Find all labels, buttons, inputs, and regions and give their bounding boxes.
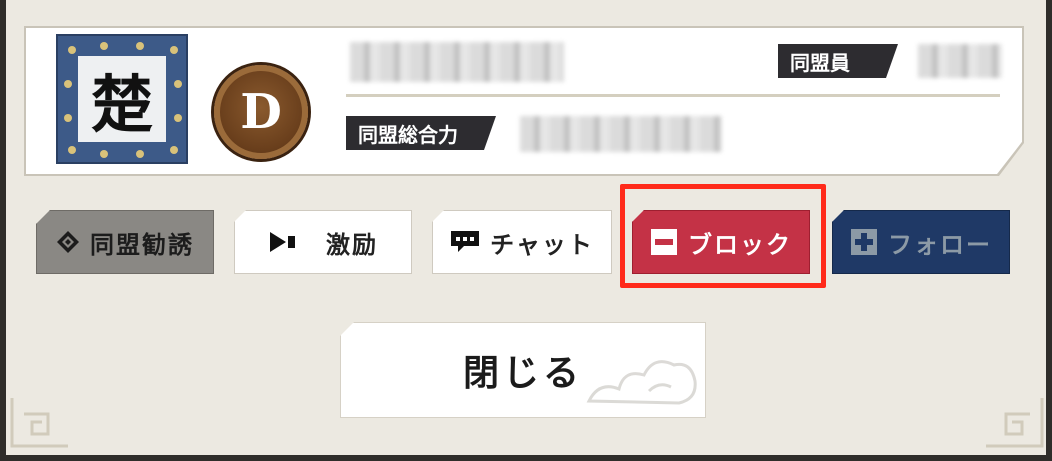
cloud-decoration-icon xyxy=(586,360,697,405)
power-label: 同盟総合力 xyxy=(346,116,496,150)
frame-right xyxy=(1046,0,1052,461)
diamond-icon xyxy=(57,231,79,253)
chat-button[interactable]: チャット xyxy=(432,210,612,274)
follow-button[interactable]: フォロー xyxy=(832,210,1010,274)
corner-ornament-right xyxy=(986,398,1044,448)
block-highlight-box xyxy=(620,184,826,288)
cheer-button[interactable]: 激励 xyxy=(234,210,412,274)
close-button[interactable]: 閉じる xyxy=(340,322,706,418)
power-value-redacted xyxy=(520,116,722,152)
alliance-name-redacted xyxy=(350,42,564,82)
members-label: 同盟員 xyxy=(778,44,898,78)
alliance-emblem: 楚 xyxy=(56,34,188,164)
rank-badge: D xyxy=(214,65,308,159)
follow-label: フォロー xyxy=(888,229,992,259)
cheer-label: 激励 xyxy=(326,229,378,259)
emblem-character: 楚 xyxy=(78,56,166,142)
invite-label: 同盟勧誘 xyxy=(90,229,194,259)
corner-ornament-left xyxy=(10,398,68,448)
frame-bottom xyxy=(0,455,1052,461)
plus-square-icon xyxy=(851,229,877,255)
chat-bubble-icon xyxy=(451,231,480,252)
megaphone-icon xyxy=(270,232,295,252)
invite-button[interactable]: 同盟勧誘 xyxy=(36,210,214,274)
rank-letter: D xyxy=(240,84,282,140)
members-count-redacted xyxy=(918,44,1002,78)
frame-left xyxy=(0,0,6,461)
chat-label: チャット xyxy=(490,229,594,259)
card-divider xyxy=(346,94,1000,97)
close-label: 閉じる xyxy=(462,352,583,394)
